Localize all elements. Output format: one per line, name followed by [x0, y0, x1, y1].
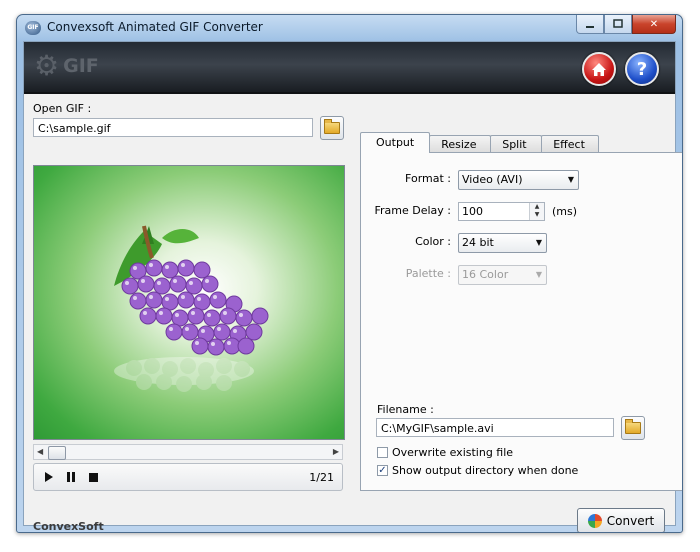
tab-strip: Output Resize Split Effect — [360, 132, 600, 153]
frame-counter: 1/21 — [309, 471, 334, 484]
title-bar[interactable]: GIF Convexsoft Animated GIF Converter ✕ — [17, 15, 682, 41]
show-output-dir-label: Show output directory when done — [392, 464, 579, 477]
grapes-image — [114, 225, 269, 392]
color-select[interactable]: 24 bit ▼ — [458, 233, 547, 253]
frame-delay-unit: (ms) — [552, 205, 578, 218]
play-icon — [45, 472, 53, 482]
help-icon: ? — [636, 58, 648, 80]
frame-delay-value: 100 — [462, 205, 483, 218]
brand-label: ConvexSoft — [33, 520, 104, 533]
chevron-down-icon: ▼ — [535, 238, 542, 247]
home-button[interactable] — [582, 52, 616, 86]
client-area: ⚙ GIF ? Open GIF : C:\sample.gif ◀ ▶ 1/2… — [23, 41, 682, 532]
close-button[interactable]: ✕ — [632, 15, 676, 34]
spin-arrows[interactable]: ▲ ▼ — [529, 203, 544, 220]
scroll-left-icon[interactable]: ◀ — [37, 447, 43, 456]
convert-button[interactable]: Convert — [577, 508, 665, 532]
palette-value: 16 Color — [462, 268, 509, 281]
format-value: Video (AVI) — [462, 173, 523, 186]
app-window: GIF Convexsoft Animated GIF Converter ✕ … — [16, 14, 683, 533]
banner-logo: ⚙ GIF — [34, 52, 99, 80]
chevron-down-icon: ▼ — [567, 175, 574, 184]
gif-preview — [33, 165, 345, 440]
overwrite-checkbox-box[interactable] — [377, 447, 388, 458]
color-label: Color : — [415, 235, 451, 248]
play-button[interactable] — [42, 471, 56, 483]
window-controls: ✕ — [576, 15, 676, 34]
format-label: Format : — [405, 172, 451, 185]
pause-button[interactable] — [64, 471, 78, 483]
show-output-dir-checkbox[interactable]: ✓ Show output directory when done — [377, 464, 578, 477]
gears-icon: ⚙ — [34, 49, 60, 82]
stop-icon — [88, 472, 98, 482]
filename-label: Filename : — [377, 403, 434, 416]
window-title: Convexsoft Animated GIF Converter — [47, 20, 263, 34]
chevron-down-icon: ▼ — [535, 270, 542, 279]
folder-open-icon — [324, 119, 340, 134]
scroll-right-icon[interactable]: ▶ — [333, 447, 339, 456]
color-value: 24 bit — [462, 236, 494, 249]
folder-open-icon — [625, 419, 641, 434]
app-icon: GIF — [25, 21, 41, 35]
browse-output-button[interactable] — [621, 416, 645, 440]
convert-label: Convert — [606, 513, 655, 528]
minimize-button[interactable] — [576, 15, 604, 34]
open-gif-label: Open GIF : — [33, 102, 92, 115]
spin-down-icon[interactable]: ▼ — [535, 211, 540, 218]
gif-path-input[interactable]: C:\sample.gif — [33, 118, 313, 137]
format-select[interactable]: Video (AVI) ▼ — [458, 170, 579, 190]
maximize-button[interactable] — [604, 15, 632, 34]
output-panel: Format : Video (AVI) ▼ Frame Delay : 100… — [360, 152, 682, 491]
palette-select: 16 Color ▼ — [458, 265, 547, 285]
palette-label: Palette : — [405, 267, 451, 280]
tab-resize[interactable]: Resize — [429, 135, 492, 153]
stop-button[interactable] — [86, 471, 100, 483]
tab-output[interactable]: Output — [360, 132, 431, 153]
player-controls: 1/21 — [33, 463, 343, 491]
home-icon — [592, 62, 606, 76]
show-output-dir-checkbox-box[interactable]: ✓ — [377, 465, 388, 476]
spin-up-icon[interactable]: ▲ — [535, 203, 540, 210]
close-icon: ✕ — [649, 18, 659, 30]
header-banner: ⚙ GIF ? — [24, 42, 675, 94]
frame-delay-stepper[interactable]: 100 ▲ ▼ — [458, 202, 545, 221]
tab-effect[interactable]: Effect — [541, 135, 600, 153]
tab-split[interactable]: Split — [490, 135, 543, 153]
scroll-thumb[interactable] — [48, 446, 66, 460]
minimize-icon — [586, 26, 594, 28]
help-button[interactable]: ? — [625, 52, 659, 86]
convert-icon — [587, 513, 602, 528]
output-filename-input[interactable]: C:\MyGIF\sample.avi — [376, 418, 614, 437]
maximize-icon — [613, 19, 623, 28]
browse-gif-button[interactable] — [320, 116, 344, 140]
overwrite-checkbox[interactable]: Overwrite existing file — [377, 446, 513, 459]
pause-icon — [67, 472, 75, 482]
overwrite-label: Overwrite existing file — [392, 446, 514, 459]
preview-scrollbar[interactable]: ◀ ▶ — [33, 444, 343, 460]
frame-delay-label: Frame Delay : — [374, 204, 451, 217]
banner-logo-text: GIF — [63, 55, 99, 77]
